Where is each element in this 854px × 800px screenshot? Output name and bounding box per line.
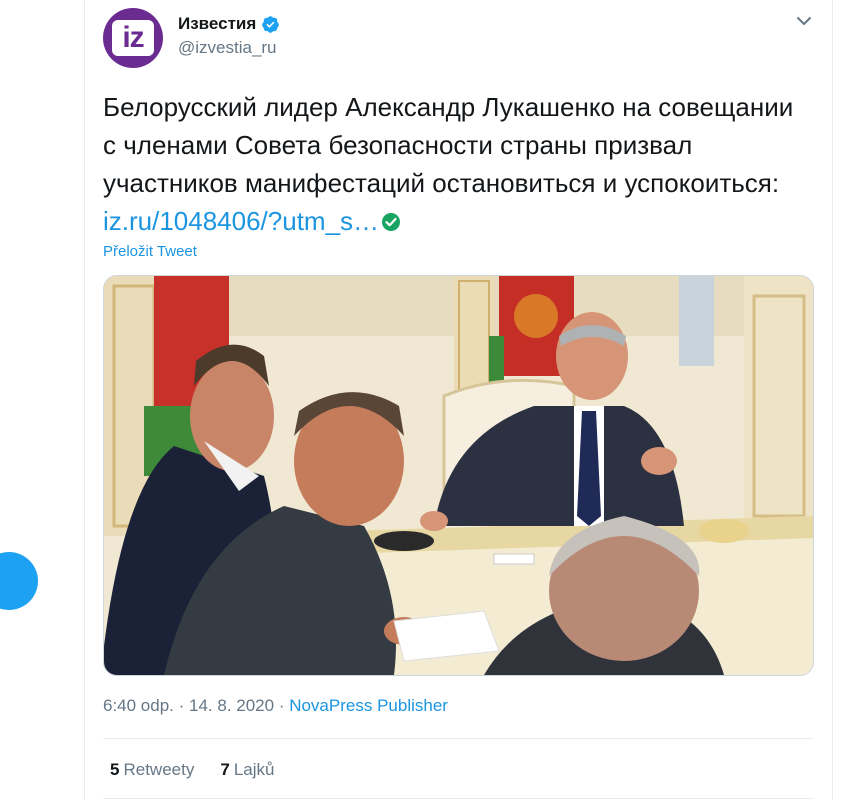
tweet-stats: 5 Retweety 7 Lajků <box>110 760 274 780</box>
likes-count: 7 <box>220 760 230 779</box>
translate-tweet-link[interactable]: Přeložit Tweet <box>103 243 197 260</box>
avatar-logo: iz <box>112 20 154 56</box>
likes-label: Lajků <box>233 760 275 779</box>
avatar[interactable]: iz <box>103 8 163 68</box>
retweets-stat[interactable]: 5 Retweety <box>110 760 194 780</box>
tweet-link[interactable]: iz.ru/1048406/?utm_s… <box>103 206 379 236</box>
tweet-source[interactable]: NovaPress Publisher <box>289 696 448 715</box>
tweet-page: iz Известия @izvestia_ru Белорусский лид… <box>0 0 854 800</box>
account-name[interactable]: Известия <box>178 14 256 34</box>
tweet-photo[interactable] <box>103 275 814 676</box>
account-name-row[interactable]: Известия <box>178 14 280 34</box>
tweet-time[interactable]: 6:40 odp. <box>103 696 174 715</box>
tweet-body: Белорусский лидер Александр Лукашенко на… <box>103 92 794 198</box>
chevron-down-icon[interactable] <box>795 14 813 28</box>
divider <box>103 798 813 799</box>
account-handle[interactable]: @izvestia_ru <box>178 38 277 58</box>
meta-separator: · <box>274 696 290 715</box>
timeline-right-border <box>832 0 833 800</box>
compose-tweet-button[interactable] <box>0 552 38 610</box>
retweets-count: 5 <box>110 760 120 779</box>
tweet-text: Белорусский лидер Александр Лукашенко на… <box>103 88 803 240</box>
meta-separator: · <box>173 696 190 715</box>
retweets-label: Retweety <box>123 760 195 779</box>
likes-stat[interactable]: 7 Lajků <box>220 760 274 780</box>
verified-badge-icon <box>262 15 280 33</box>
divider <box>103 738 813 739</box>
tweet-photo-image <box>104 276 813 675</box>
tweet-date[interactable]: 14. 8. 2020 <box>189 696 274 715</box>
tweet-meta: 6:40 odp. · 14. 8. 2020 · NovaPress Publ… <box>103 696 448 716</box>
timeline-left-border <box>84 0 85 800</box>
check-circle-icon <box>382 213 401 231</box>
